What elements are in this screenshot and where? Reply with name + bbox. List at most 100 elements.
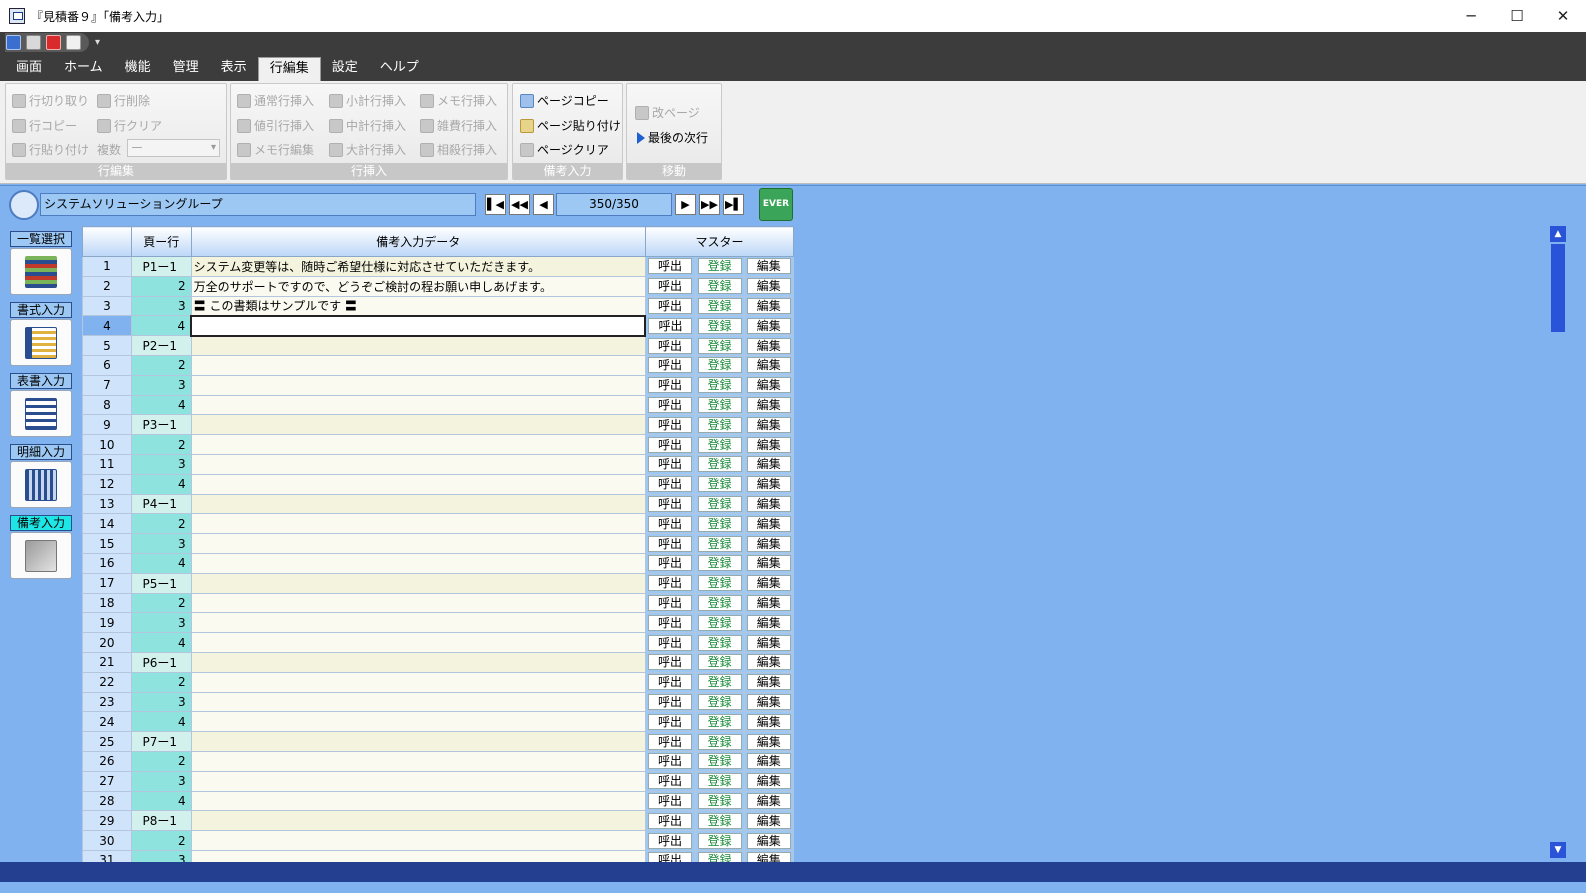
remarks-data-cell[interactable] xyxy=(190,354,646,376)
row-number[interactable]: 19 xyxy=(82,612,132,634)
tab-help[interactable]: ヘルプ xyxy=(369,57,430,81)
call-button[interactable]: 呼出 xyxy=(647,852,692,862)
remarks-data-cell[interactable]: システム変更等は、随時ご希望仕様に対応させていただきます。 xyxy=(190,256,646,277)
prev-page-button[interactable]: ◀ xyxy=(533,194,554,215)
tab-home[interactable]: ホーム xyxy=(53,57,114,81)
scroll-up-icon[interactable]: ▲ xyxy=(1550,226,1566,242)
vertical-scrollbar[interactable]: ▲ ▼ xyxy=(1550,226,1566,858)
edit-button[interactable]: 編集 xyxy=(746,575,791,592)
edit-button[interactable]: 編集 xyxy=(746,654,791,671)
row-number[interactable]: 7 xyxy=(82,374,132,396)
page-break-button[interactable]: 改ページ xyxy=(635,104,700,121)
row-number[interactable]: 12 xyxy=(82,473,132,495)
register-button[interactable]: 登録 xyxy=(697,377,742,394)
page-paste-button[interactable]: ページ貼り付け xyxy=(520,117,621,134)
edit-button[interactable]: 編集 xyxy=(746,278,791,295)
register-button[interactable]: 登録 xyxy=(697,674,742,691)
save-icon[interactable] xyxy=(6,35,21,50)
call-button[interactable]: 呼出 xyxy=(647,753,692,770)
row-number[interactable]: 14 xyxy=(82,513,132,535)
delete-row-button[interactable]: 行削除 xyxy=(97,92,150,109)
register-button[interactable]: 登録 xyxy=(697,258,742,275)
row-number[interactable]: 26 xyxy=(82,750,132,772)
scroll-down-icon[interactable]: ▼ xyxy=(1550,842,1566,858)
remarks-data-cell[interactable] xyxy=(190,314,647,337)
row-number[interactable]: 6 xyxy=(82,354,132,376)
remarks-data-cell[interactable] xyxy=(190,552,646,574)
row-number[interactable]: 17 xyxy=(82,572,132,594)
register-button[interactable]: 登録 xyxy=(697,278,742,295)
register-button[interactable]: 登録 xyxy=(697,594,742,611)
register-button[interactable]: 登録 xyxy=(697,852,742,862)
insert-discount-row-button[interactable]: 値引行挿入 xyxy=(237,117,314,134)
register-button[interactable]: 登録 xyxy=(697,575,742,592)
register-button[interactable]: 登録 xyxy=(697,693,742,710)
call-button[interactable]: 呼出 xyxy=(647,654,692,671)
call-button[interactable]: 呼出 xyxy=(647,337,692,354)
row-number[interactable]: 31 xyxy=(82,849,132,862)
remarks-data-cell[interactable] xyxy=(190,513,646,535)
row-number[interactable]: 13 xyxy=(82,493,132,515)
call-button[interactable]: 呼出 xyxy=(647,713,692,730)
scroll-thumb[interactable] xyxy=(1551,244,1565,332)
row-number[interactable]: 16 xyxy=(82,552,132,574)
edit-button[interactable]: 編集 xyxy=(746,832,791,849)
minimize-button[interactable]: ─ xyxy=(1448,0,1494,32)
call-button[interactable]: 呼出 xyxy=(647,773,692,790)
customize-toolbar-icon[interactable]: ▾ xyxy=(95,37,100,48)
edit-button[interactable]: 編集 xyxy=(746,297,791,314)
row-number[interactable]: 29 xyxy=(82,810,132,832)
remarks-data-cell[interactable] xyxy=(190,711,646,733)
row-number[interactable]: 24 xyxy=(82,711,132,733)
prev-fast-button[interactable]: ◀◀ xyxy=(509,194,530,215)
call-button[interactable]: 呼出 xyxy=(647,416,692,433)
sidebar-item-list-select[interactable] xyxy=(10,248,72,295)
paste-row-button[interactable]: 行貼り付け xyxy=(12,141,89,158)
row-number[interactable]: 4 xyxy=(82,315,132,337)
maximize-button[interactable]: ☐ xyxy=(1494,0,1540,32)
register-button[interactable]: 登録 xyxy=(697,773,742,790)
remarks-data-cell[interactable] xyxy=(190,414,646,436)
remarks-data-cell[interactable] xyxy=(190,830,646,851)
close-button[interactable]: ✕ xyxy=(1540,0,1586,32)
edit-button[interactable]: 編集 xyxy=(746,258,791,275)
copy-row-button[interactable]: 行コピー xyxy=(12,117,77,134)
insert-midtotal-row-button[interactable]: 中計行挿入 xyxy=(329,117,406,134)
tab-function[interactable]: 機能 xyxy=(114,57,162,81)
row-number[interactable]: 20 xyxy=(82,632,132,653)
register-button[interactable]: 登録 xyxy=(697,535,742,552)
remarks-data-cell[interactable] xyxy=(190,790,646,812)
call-button[interactable]: 呼出 xyxy=(648,317,693,334)
edit-button[interactable]: 編集 xyxy=(746,476,791,493)
page-clear-button[interactable]: ページクリア xyxy=(520,141,609,158)
remarks-data-cell[interactable] xyxy=(190,651,646,673)
register-button[interactable]: 登録 xyxy=(697,456,742,473)
row-number[interactable]: 27 xyxy=(82,770,132,792)
edit-button[interactable]: 編集 xyxy=(746,812,791,829)
first-page-button[interactable]: ▌◀ xyxy=(485,194,506,215)
edit-button[interactable]: 編集 xyxy=(746,792,791,809)
tab-screen[interactable]: 画面 xyxy=(5,57,53,81)
pdf-icon[interactable] xyxy=(46,35,61,50)
call-button[interactable]: 呼出 xyxy=(647,674,692,691)
edit-button[interactable]: 編集 xyxy=(746,396,791,413)
row-number[interactable]: 25 xyxy=(82,731,132,752)
edit-button[interactable]: 編集 xyxy=(746,634,791,651)
row-number[interactable]: 28 xyxy=(82,790,132,812)
sidebar-item-cover-input[interactable] xyxy=(10,390,72,437)
last-next-row-button[interactable]: 最後の次行 xyxy=(637,129,708,146)
call-button[interactable]: 呼出 xyxy=(647,555,692,572)
row-number[interactable]: 3 xyxy=(82,295,132,317)
insert-offset-row-button[interactable]: 相殺行挿入 xyxy=(420,141,497,158)
call-button[interactable]: 呼出 xyxy=(647,832,692,849)
register-button[interactable]: 登録 xyxy=(697,812,742,829)
sidebar-item-detail-input[interactable] xyxy=(10,461,72,508)
register-button[interactable]: 登録 xyxy=(697,416,742,433)
remarks-data-cell[interactable] xyxy=(190,453,646,475)
call-button[interactable]: 呼出 xyxy=(647,476,692,493)
sidebar-item-remarks-input[interactable] xyxy=(10,532,72,579)
next-fast-button[interactable]: ▶▶ xyxy=(699,194,720,215)
call-button[interactable]: 呼出 xyxy=(647,297,692,314)
edit-button[interactable]: 編集 xyxy=(746,436,791,453)
call-button[interactable]: 呼出 xyxy=(647,357,692,374)
